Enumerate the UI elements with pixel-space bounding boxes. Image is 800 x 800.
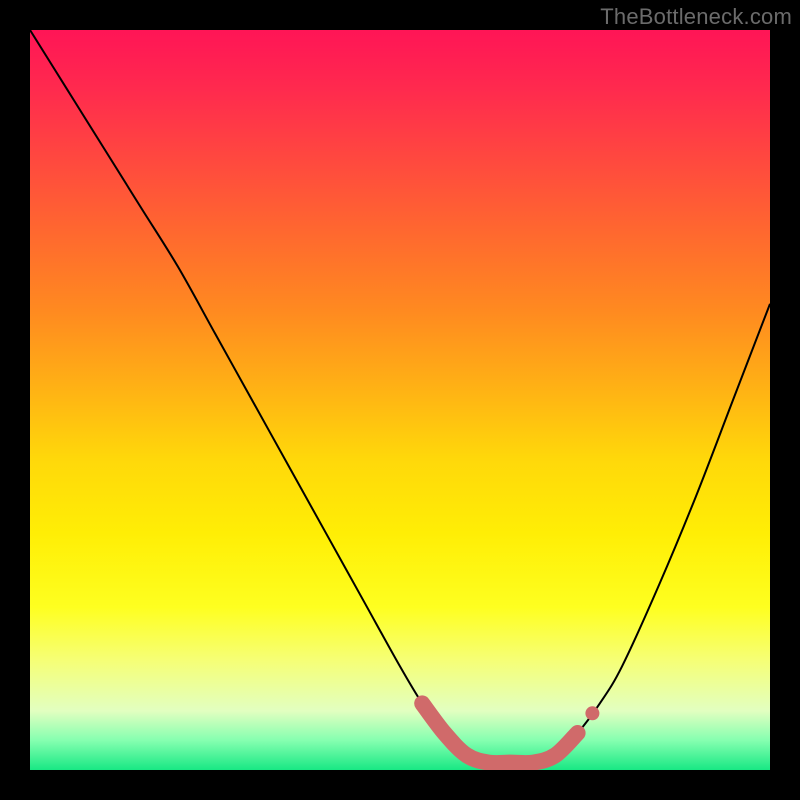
chart-frame: TheBottleneck.com (0, 0, 800, 800)
optimal-highlight (422, 703, 577, 763)
bottleneck-curve (30, 30, 770, 763)
plot-area (30, 30, 770, 770)
chart-svg (30, 30, 770, 770)
highlight-end-dot (585, 706, 599, 720)
watermark-text: TheBottleneck.com (600, 4, 792, 30)
